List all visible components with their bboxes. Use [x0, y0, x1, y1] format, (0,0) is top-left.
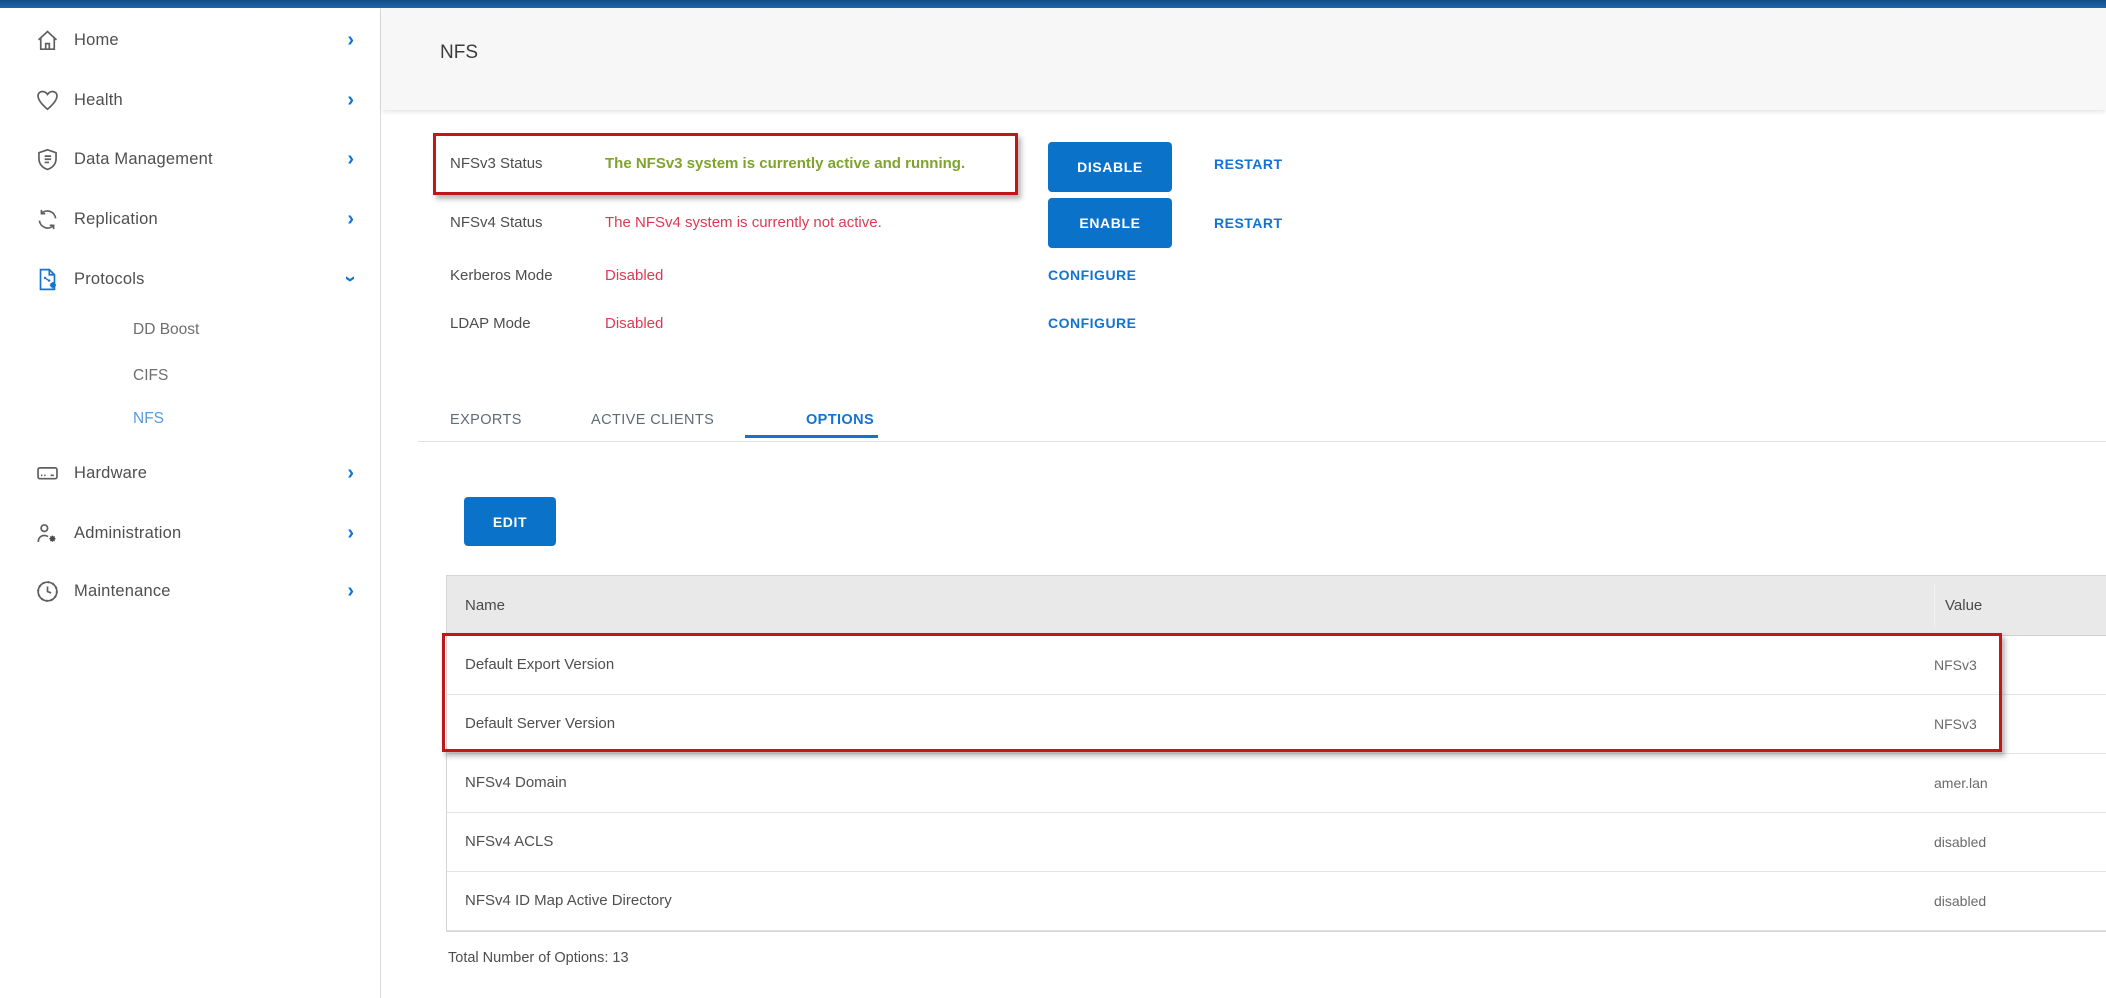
chevron-right-icon: ›: [347, 523, 354, 543]
sync-icon: [34, 206, 61, 233]
table-row-nfsv4-id-map-active-directory[interactable]: NFSv4 ID Map Active Directory disabled: [447, 872, 2106, 931]
drive-icon: [34, 460, 61, 487]
nfsv4-restart-link[interactable]: RESTART: [1214, 215, 1283, 231]
table-row-nfsv4-acls[interactable]: NFSv4 ACLS disabled: [447, 813, 2106, 872]
sidebar-subitem-label: CIFS: [133, 367, 168, 385]
column-header-value-cell: Value: [1934, 584, 2106, 627]
sidebar-item-health[interactable]: Health ›: [0, 78, 380, 122]
option-value: disabled: [1934, 872, 1986, 930]
edit-button[interactable]: EDIT: [464, 497, 556, 546]
table-row-default-server-version[interactable]: Default Server Version NFSv3: [447, 695, 2106, 754]
table-row-default-export-version[interactable]: Default Export Version NFSv3: [447, 636, 2106, 695]
option-name: NFSv4 ID Map Active Directory: [465, 872, 672, 930]
sidebar-item-nfs[interactable]: NFS: [133, 402, 164, 436]
user-gear-icon: [34, 520, 61, 547]
sidebar-item-dd-boost[interactable]: DD Boost: [133, 313, 199, 347]
chevron-right-icon: ›: [347, 463, 354, 483]
sidebar-item-label: Hardware: [74, 464, 147, 483]
nfsv4-status-text: The NFSv4 system is currently not active…: [605, 214, 882, 231]
sidebar-item-protocols[interactable]: Protocols ›: [0, 257, 380, 301]
option-name: Default Server Version: [465, 695, 615, 753]
clock-icon: [34, 578, 61, 605]
sidebar-item-label: Maintenance: [74, 582, 171, 601]
option-name: NFSv4 ACLS: [465, 813, 553, 871]
sidebar-subitem-label: NFS: [133, 410, 164, 428]
sidebar-item-cifs[interactable]: CIFS: [133, 359, 168, 393]
column-header-value: Value: [1945, 584, 2106, 628]
document-gear-icon: [34, 266, 61, 293]
total-options-count: Total Number of Options: 13: [448, 950, 629, 966]
sidebar-item-hardware[interactable]: Hardware ›: [0, 451, 380, 495]
chevron-right-icon: ›: [347, 149, 354, 169]
chevron-right-icon: ›: [347, 209, 354, 229]
ldap-configure-link[interactable]: CONFIGURE: [1048, 315, 1137, 331]
chevron-right-icon: ›: [347, 30, 354, 50]
tab-options[interactable]: OPTIONS: [806, 412, 874, 428]
sidebar-subitem-label: DD Boost: [133, 321, 199, 339]
column-header-name: Name: [465, 576, 505, 635]
chevron-right-icon: ›: [347, 90, 354, 110]
option-value: NFSv3: [1934, 695, 1977, 753]
sidebar-item-label: Replication: [74, 210, 158, 229]
sidebar-item-maintenance[interactable]: Maintenance ›: [0, 569, 380, 613]
sidebar-item-label: Home: [74, 31, 119, 50]
option-value: disabled: [1934, 813, 1986, 871]
sidebar: Home › Health › Data Management ›: [0, 8, 381, 998]
enable-button[interactable]: ENABLE: [1048, 198, 1172, 248]
sidebar-item-home[interactable]: Home ›: [0, 18, 380, 62]
heart-icon: [34, 87, 61, 114]
tab-active-clients[interactable]: ACTIVE CLIENTS: [591, 412, 714, 428]
sidebar-item-label: Health: [74, 91, 123, 110]
option-name: Default Export Version: [465, 636, 614, 694]
sidebar-item-label: Administration: [74, 524, 181, 543]
chevron-right-icon: ›: [347, 581, 354, 601]
nfsv4-status-label: NFSv4 Status: [450, 214, 543, 231]
table-row-nfsv4-domain[interactable]: NFSv4 Domain amer.lan: [447, 754, 2106, 813]
app-window: Home › Health › Data Management ›: [0, 0, 2106, 998]
sidebar-item-administration[interactable]: Administration ›: [0, 511, 380, 555]
nfsv3-status-text: The NFSv3 system is currently active and…: [605, 155, 965, 172]
option-value: amer.lan: [1934, 754, 1988, 812]
ldap-mode-value: Disabled: [605, 315, 663, 332]
option-value: NFSv3: [1934, 636, 1977, 694]
option-name: NFSv4 Domain: [465, 754, 567, 812]
home-icon: [34, 27, 61, 54]
table-header-row: Name Value: [447, 576, 2106, 636]
kerberos-configure-link[interactable]: CONFIGURE: [1048, 267, 1137, 283]
disable-button[interactable]: DISABLE: [1048, 142, 1172, 192]
ldap-mode-label: LDAP Mode: [450, 315, 531, 332]
page-title: NFS: [440, 42, 478, 64]
sidebar-item-label: Data Management: [74, 150, 213, 169]
sidebar-item-replication[interactable]: Replication ›: [0, 197, 380, 241]
kerberos-mode-label: Kerberos Mode: [450, 267, 553, 284]
tab-exports[interactable]: EXPORTS: [450, 412, 522, 428]
top-bar: [0, 0, 2106, 8]
page-header: [382, 8, 2106, 110]
kerberos-mode-value: Disabled: [605, 267, 663, 284]
sidebar-item-data-management[interactable]: Data Management ›: [0, 137, 380, 181]
options-table: Name Value Default Export Version NFSv3 …: [446, 575, 2106, 932]
tab-divider-line: [418, 441, 2106, 442]
nfsv3-status-label: NFSv3 Status: [450, 155, 543, 172]
shield-icon: [34, 146, 61, 173]
chevron-down-icon: ›: [341, 276, 361, 283]
active-tab-underline: [745, 435, 878, 438]
sidebar-item-label: Protocols: [74, 270, 145, 289]
nfsv3-restart-link[interactable]: RESTART: [1214, 156, 1283, 172]
